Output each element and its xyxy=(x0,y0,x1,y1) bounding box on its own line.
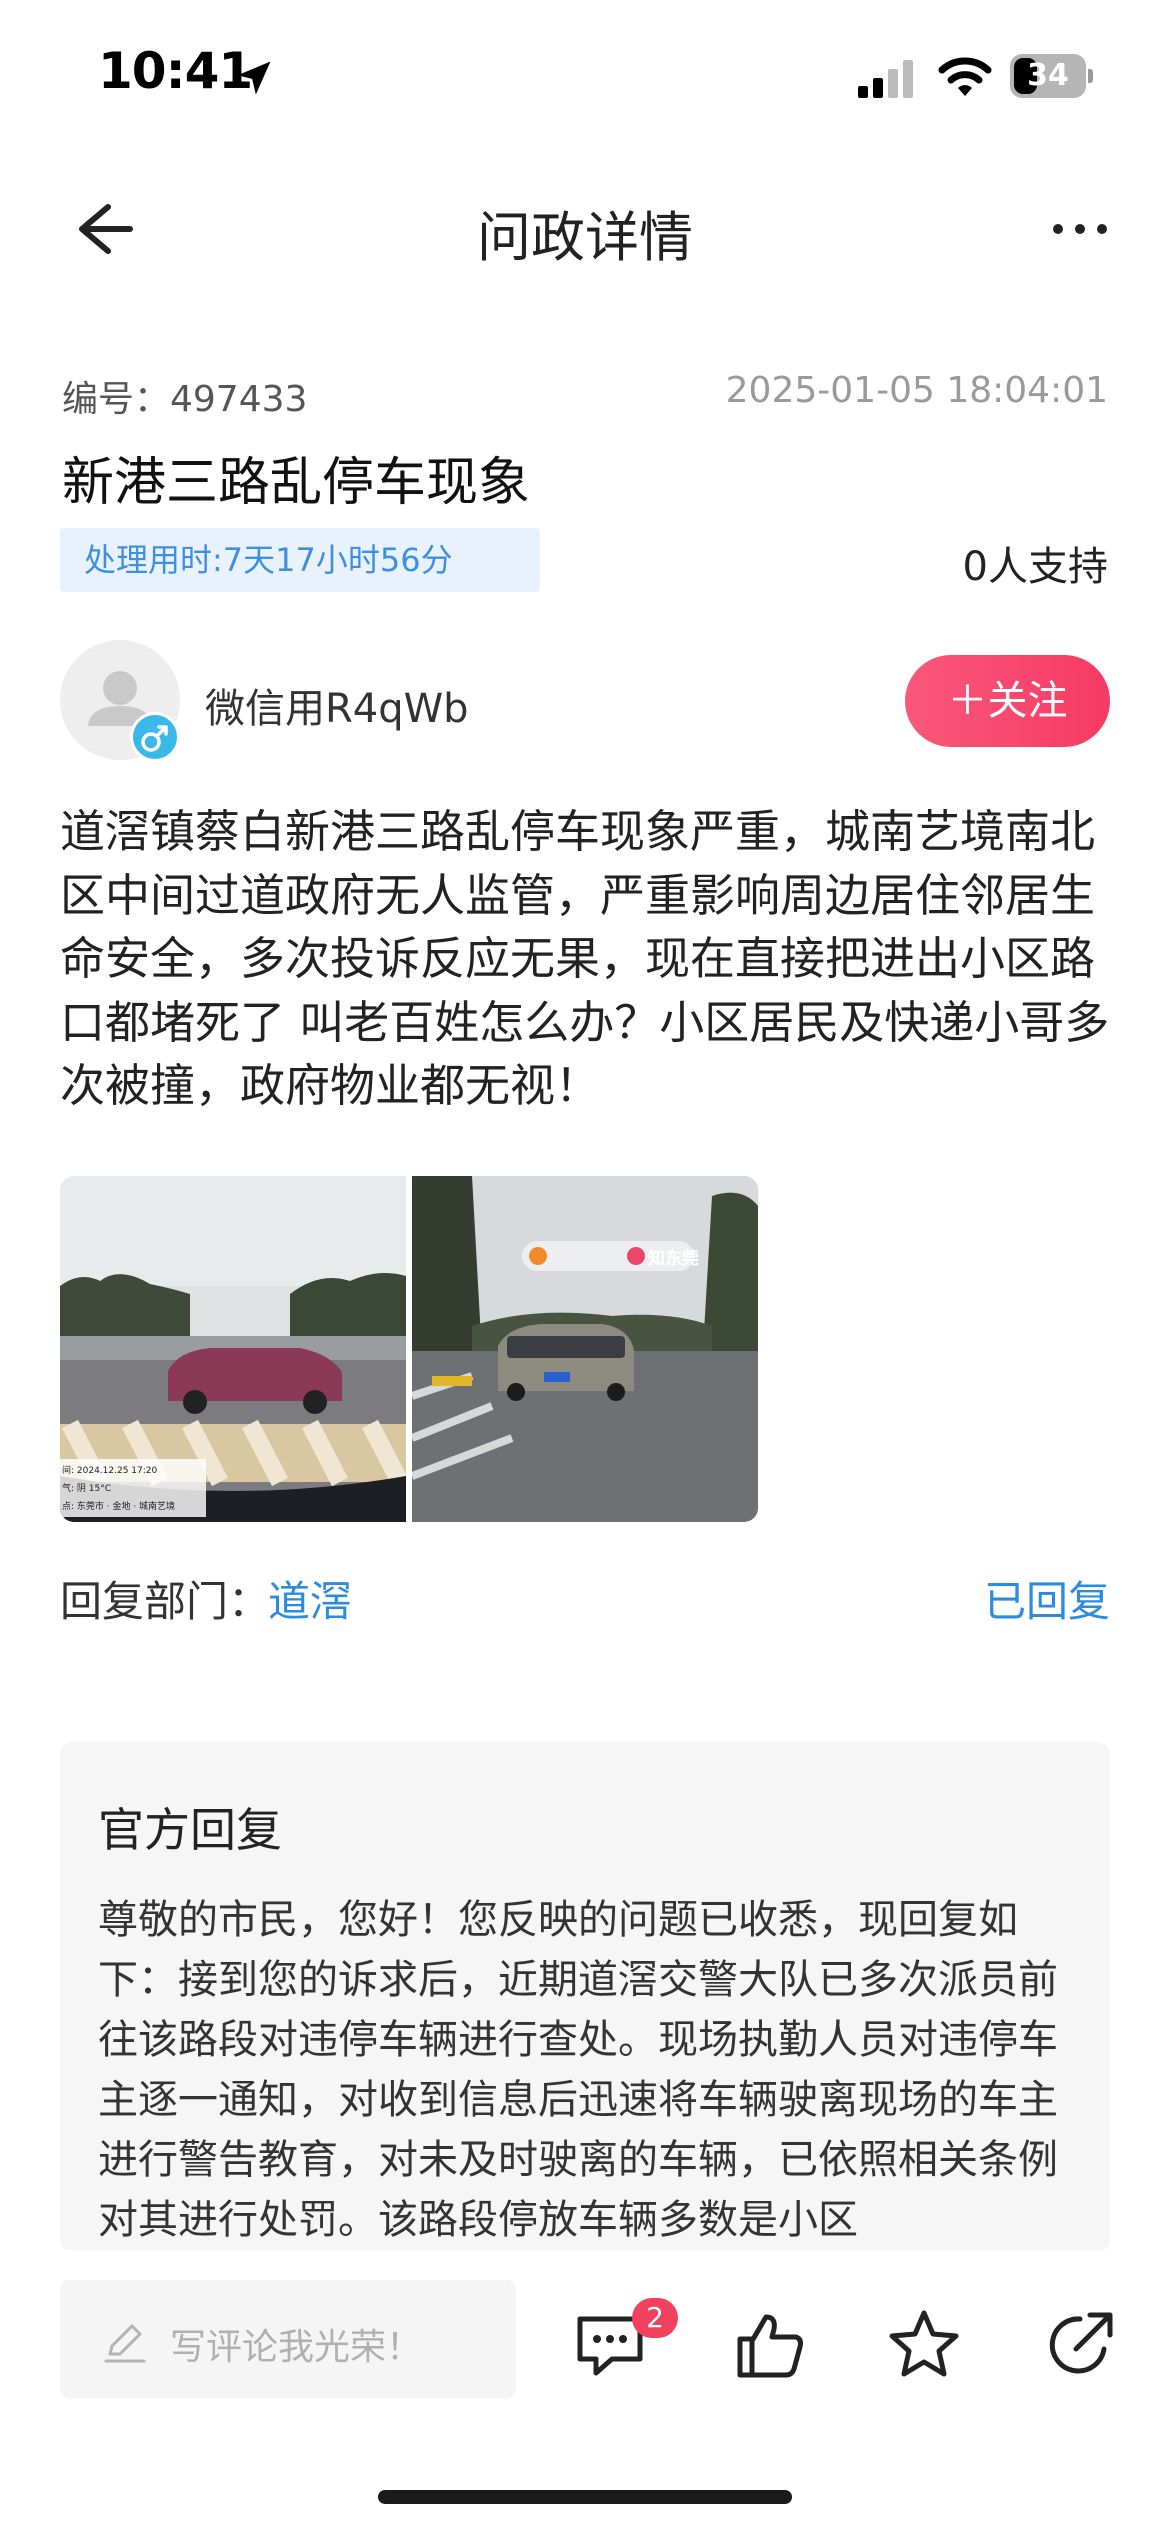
post-datetime: 2025-01-05 18:04:01 xyxy=(725,370,1108,411)
wifi-icon xyxy=(938,57,992,96)
home-indicator xyxy=(378,2490,792,2504)
status-time: 10:41 xyxy=(98,42,253,100)
battery-level: 34 xyxy=(1027,58,1069,93)
thumbs-up-icon[interactable] xyxy=(730,2305,810,2385)
photo-watermark: 知东莞 xyxy=(648,1249,699,1269)
more-options-icon[interactable] xyxy=(1040,197,1120,261)
photo-caption-location: 点: 东莞市 · 金地 · 城南艺境 xyxy=(62,1502,176,1512)
comment-input[interactable]: 写评论我光荣！ xyxy=(60,2280,516,2398)
page-title: 问政详情 xyxy=(477,206,693,269)
supporters-count[interactable]: 0人支持 xyxy=(963,534,1108,592)
comment-count-badge: 2 xyxy=(632,2298,678,2338)
status-bar: 10:41 34 xyxy=(0,0,1170,150)
official-reply-card: 官方回复 尊敬的市民，您好！您反映的问题已收悉，现回复如下：接到您的诉求后，近期… xyxy=(60,1742,1110,2252)
author-name[interactable]: 微信用R4qWb xyxy=(205,676,469,734)
reply-status: 已回复 xyxy=(983,1577,1110,1626)
location-arrow-icon xyxy=(237,61,271,95)
follow-label: ＋关注 xyxy=(947,678,1068,724)
post-title: 新港三路乱停车现象 xyxy=(62,453,531,513)
battery-icon: 34 xyxy=(1010,54,1094,98)
nav-bar: 问政详情 xyxy=(0,175,1170,285)
reply-department-label: 回复部门： xyxy=(60,1577,271,1626)
post-body: 道滘镇蔡白新港三路乱停车现象严重，城南艺境南北区中间过道政府无人监管，严重影响周… xyxy=(60,805,1110,1112)
official-reply-body: 尊敬的市民，您好！您反映的问题已收悉，现回复如下：接到您的诉求后，近期道滘交警大… xyxy=(98,1897,1058,2243)
share-icon[interactable] xyxy=(1040,2305,1120,2385)
pencil-icon xyxy=(104,2324,146,2363)
processing-duration-badge: 处理用时:7天17小时56分 xyxy=(60,528,540,592)
photo-thumbnail-2[interactable]: 知东莞 xyxy=(412,1176,758,1522)
star-icon[interactable] xyxy=(884,2305,964,2385)
post-id: 编号：497433 xyxy=(62,379,308,420)
cellular-signal-icon xyxy=(858,60,913,98)
photo-caption-time: 间: 2024.12.25 17:20 xyxy=(62,1466,158,1476)
official-reply-title: 官方回复 xyxy=(98,1803,282,1857)
photo-caption-weather: 气: 阴 15°C xyxy=(62,1484,111,1494)
reply-department-link[interactable]: 道滘 xyxy=(268,1568,352,1629)
photo-thumbnail-1[interactable]: 间: 2024.12.25 17:20 气: 阴 15°C 点: 东莞市 · 金… xyxy=(60,1176,406,1522)
comment-placeholder: 写评论我光荣！ xyxy=(170,2327,423,2368)
processing-duration-text: 处理用时:7天17小时56分 xyxy=(84,541,453,579)
male-icon xyxy=(130,712,180,762)
follow-button[interactable]: ＋关注 xyxy=(905,655,1110,747)
